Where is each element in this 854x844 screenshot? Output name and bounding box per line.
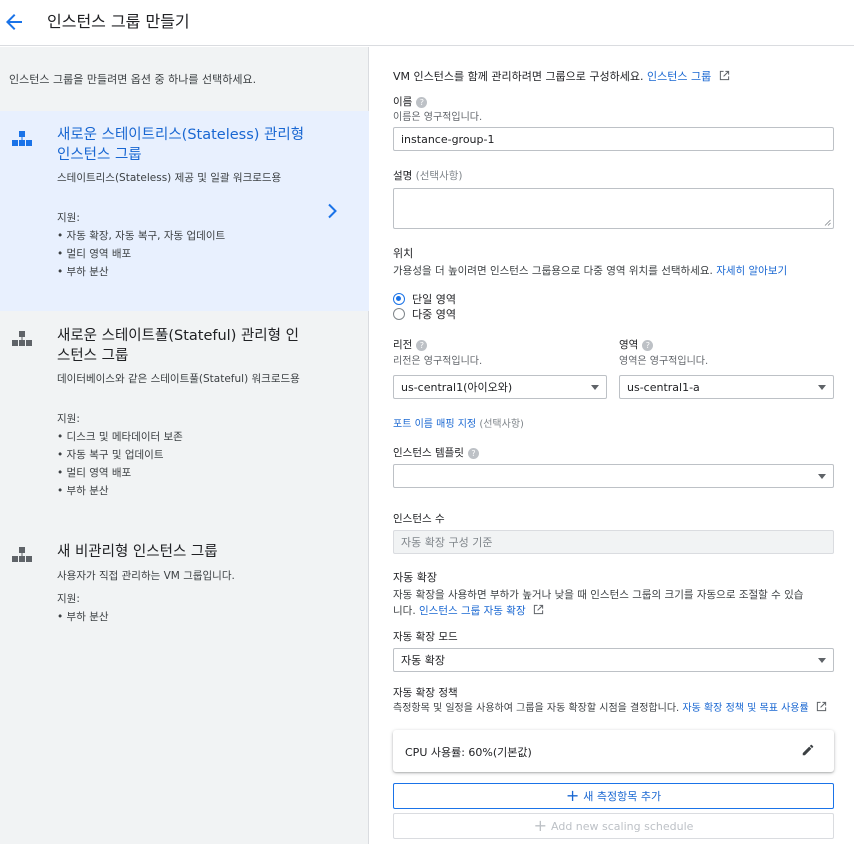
metric-card[interactable]: CPU 사용률: 60%(기본값) (393, 730, 834, 772)
zone-label: 영역? (619, 337, 654, 352)
autoscale-mode-label: 자동 확장 모드 (393, 631, 458, 643)
name-hint: 이름은 영구적입니다. (393, 112, 483, 123)
option-title: 새 비관리형 인스턴스 그룹 (57, 544, 218, 560)
autoscaling-label: 자동 확장 (393, 571, 437, 584)
feature-item: • 부하 분산 (57, 266, 109, 278)
port-mapping: 포트 이름 매핑 지정 (선택사항) (393, 419, 524, 430)
feature-item: • 디스크 및 메타데이터 보존 (57, 431, 183, 443)
feature-item: • 자동 복구 및 업데이트 (57, 449, 164, 461)
feature-item: • 부하 분산 (57, 611, 109, 623)
external-link-icon (816, 701, 827, 712)
learn-more-link[interactable]: 자세히 알아보기 (716, 265, 787, 277)
description-label: 설명 (선택사항) (393, 170, 463, 182)
feature-item: • 멀티 영역 배포 (57, 467, 132, 479)
plus-icon: + (565, 786, 580, 805)
autoscaling-desc: 자동 확장을 사용하면 부하가 높거나 낮을 때 인스턴스 그룹의 크기를 자동… (393, 589, 804, 617)
autoscaling-link[interactable]: 인스턴스 그룹 자동 확장 (419, 605, 526, 617)
port-mapping-link[interactable]: 포트 이름 매핑 지정 (393, 419, 476, 430)
option-desc: 데이터베이스와 같은 스테이트풀(Stateful) 워크로드용 (57, 373, 300, 385)
edit-pencil-icon[interactable] (801, 743, 815, 757)
policy-desc: 측정항목 및 일정을 사용하여 그룹을 자동 확장할 시점을 결정합니다. 자동… (393, 699, 827, 714)
description-textarea[interactable] (393, 188, 834, 229)
option-features: 지원: • 디스크 및 메타데이터 보존 • 자동 복구 및 업데이트 • 멀티… (57, 410, 183, 500)
external-link-icon (719, 70, 729, 81)
region-label: 리전? (393, 337, 428, 352)
instance-count-label: 인스턴스 수 (393, 513, 445, 525)
instance-group-icon (12, 331, 32, 346)
radio-multi-zone[interactable]: 다중 영역 (393, 306, 456, 322)
support-label: 지원: (57, 593, 80, 605)
radio-button[interactable] (393, 293, 405, 305)
resize-handle-icon[interactable] (824, 219, 831, 226)
instance-count-input: 자동 확장 구성 기준 (393, 530, 834, 554)
instance-group-icon (12, 547, 32, 562)
name-input[interactable]: instance-group-1 (393, 127, 834, 151)
zone-hint: 영역은 영구적입니다. (619, 356, 709, 367)
option-title: 새로운 스테이트풀(Stateful) 관리형 인스턴스 그룹 (57, 328, 299, 364)
left-panel: 인스턴스 그룹을 만들려면 옵션 중 하나를 선택하세요. 새로운 스테이트리스… (0, 47, 369, 844)
add-metric-button[interactable]: + 새 측정항목 추가 (393, 783, 834, 809)
option-stateless-mig[interactable]: 새로운 스테이트리스(Stateless) 관리형 인스턴스 그룹 스테이트리스… (0, 111, 369, 311)
metric-text: CPU 사용률: 60%(기본값) (405, 746, 532, 759)
location-label: 위치 (393, 247, 414, 260)
region-select[interactable]: us-central1(아이오와) (393, 375, 607, 399)
help-icon[interactable]: ? (416, 339, 428, 351)
zone-select[interactable]: us-central1-a (619, 375, 834, 399)
dropdown-arrow-icon (818, 385, 826, 390)
dropdown-arrow-icon (591, 385, 599, 390)
page-title: 인스턴스 그룹 만들기 (47, 12, 190, 31)
left-intro: 인스턴스 그룹을 만들려면 옵션 중 하나를 선택하세요. (9, 73, 257, 86)
chevron-right-icon (328, 203, 337, 219)
location-desc: 가용성을 더 높이려면 인스턴스 그룹용으로 다중 영역 위치를 선택하세요. … (393, 265, 788, 277)
help-icon[interactable]: ? (467, 447, 479, 459)
option-desc: 사용자가 직접 관리하는 VM 그룹입니다. (57, 570, 235, 582)
option-features: 지원: • 부하 분산 (57, 590, 109, 626)
plus-icon: + (533, 816, 547, 835)
top-bar: 인스턴스 그룹 만들기 (0, 0, 854, 46)
support-label: 지원: (57, 413, 80, 425)
feature-item: • 멀티 영역 배포 (57, 248, 132, 260)
template-select[interactable] (393, 464, 834, 488)
back-arrow-icon[interactable] (2, 10, 26, 34)
support-label: 지원: (57, 212, 80, 224)
feature-item: • 자동 확장, 자동 복구, 자동 업데이트 (57, 230, 226, 242)
option-unmanaged-group[interactable]: 새 비관리형 인스턴스 그룹 사용자가 직접 관리하는 VM 그룹입니다. 지원… (0, 531, 369, 641)
autoscale-mode-select[interactable]: 자동 확장 (393, 648, 834, 672)
dropdown-arrow-icon (818, 658, 826, 663)
name-label: 이름? (393, 94, 428, 109)
help-icon[interactable]: ? (642, 339, 654, 351)
policy-link[interactable]: 자동 확장 정책 및 목표 사용률 (682, 703, 808, 714)
option-features: 지원: • 자동 확장, 자동 복구, 자동 업데이트 • 멀티 영역 배포 •… (57, 209, 225, 281)
template-label: 인스턴스 템플릿? (393, 445, 479, 460)
policy-label: 자동 확장 정책 (393, 687, 458, 699)
option-desc: 스테이트리스(Stateless) 제공 및 일괄 워크로드용 (57, 172, 282, 184)
option-title: 새로운 스테이트리스(Stateless) 관리형 인스턴스 그룹 (57, 127, 305, 163)
option-stateful-mig[interactable]: 새로운 스테이트풀(Stateful) 관리형 인스턴스 그룹 데이터베이스와 … (0, 311, 369, 511)
form-intro: VM 인스턴스를 함께 관리하려면 그룹으로 구성하세요. 인스턴스 그룹 (393, 68, 730, 84)
radio-single-zone[interactable]: 단일 영역 (393, 291, 456, 307)
dropdown-arrow-icon (818, 474, 826, 479)
instance-group-link[interactable]: 인스턴스 그룹 (647, 70, 711, 83)
instance-group-icon (12, 131, 32, 146)
feature-item: • 부하 분산 (57, 485, 109, 497)
radio-button[interactable] (393, 308, 405, 320)
help-icon[interactable]: ? (416, 96, 428, 108)
add-schedule-button: + Add new scaling schedule (393, 813, 834, 839)
external-link-icon (533, 604, 544, 615)
region-hint: 리전은 영구적입니다. (393, 356, 483, 367)
